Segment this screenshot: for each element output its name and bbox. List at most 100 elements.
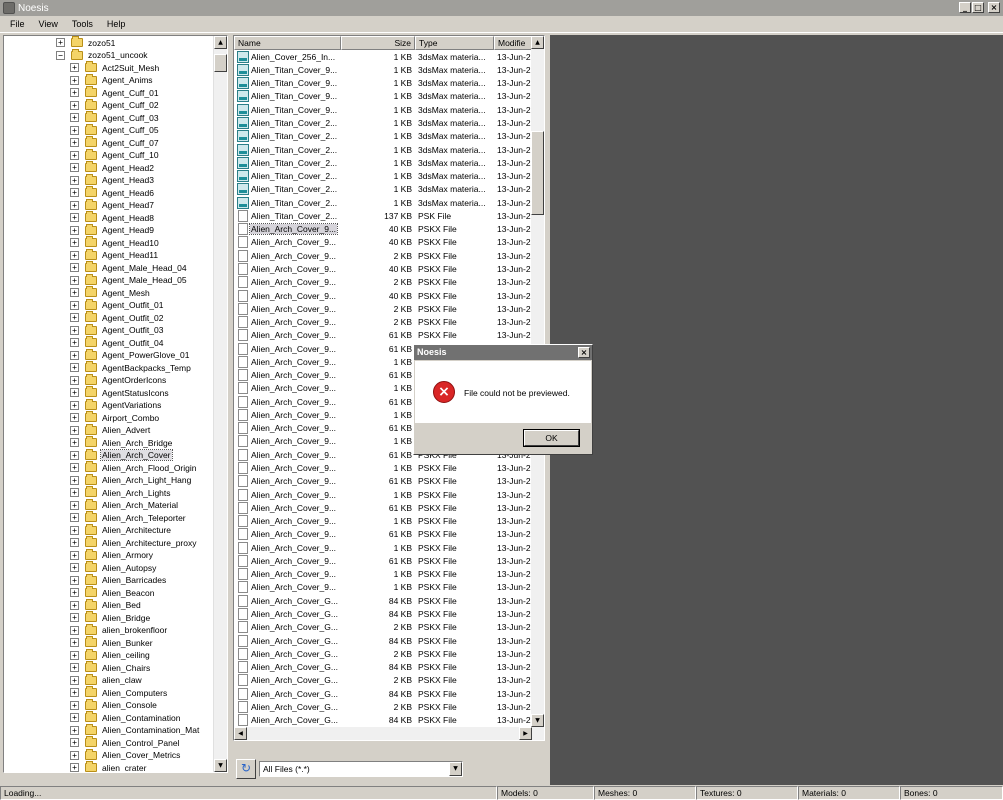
tree-item[interactable]: + Agent_Cuff_07 [70, 136, 160, 150]
expand-icon[interactable]: + [70, 238, 79, 248]
refresh-icon[interactable]: ↻ [236, 759, 256, 779]
menu-file[interactable]: File [10, 19, 25, 29]
tree-item[interactable]: + Alien_Beacon [70, 586, 155, 600]
tree-item[interactable]: + Alien_Contamination_Mat [70, 723, 200, 737]
ok-button[interactable]: OK [523, 429, 580, 447]
expand-icon[interactable]: + [70, 375, 79, 385]
tree-item[interactable]: + Alien_Arch_Flood_Origin [70, 461, 198, 475]
tree-item[interactable]: + Alien_Contamination [70, 711, 181, 725]
expand-icon[interactable]: + [70, 413, 79, 423]
tree-item[interactable]: + Alien_Barricades [70, 573, 167, 587]
file-horizontal-scrollbar[interactable]: ◀ ▶ [234, 727, 532, 740]
file-scroll-down-arrow-icon[interactable]: ▼ [531, 714, 544, 727]
file-row[interactable]: Alien_Arch_Cover_9... 40 KB PSKX File 13-Ju… [234, 223, 532, 236]
expand-icon[interactable]: + [70, 125, 79, 135]
expand-icon[interactable]: + [70, 325, 79, 335]
file-row[interactable]: Alien_Arch_Cover_9... 1 KB PSKX File 13-Jun… [234, 568, 532, 581]
expand-icon[interactable]: + [70, 425, 79, 435]
expand-icon[interactable]: + [70, 363, 79, 373]
file-row[interactable]: Alien_Arch_Cover_9... 2 KB PSKX File 13-Jun… [234, 315, 532, 329]
expand-icon[interactable]: + [70, 700, 79, 710]
file-row[interactable]: Alien_Arch_Cover_G... 84 KB PSKX File 13-Ju… [234, 594, 532, 607]
expand-icon[interactable]: + [70, 300, 79, 310]
maximize-button[interactable]: □ [972, 2, 984, 13]
expand-icon[interactable]: + [70, 563, 79, 573]
expand-icon[interactable]: + [70, 738, 79, 748]
file-row[interactable]: Alien_Titan_Cover_9... 1 KB 3dsMax materia… [234, 77, 532, 90]
column-header-name[interactable]: Name [234, 36, 341, 50]
chevron-down-icon[interactable]: ▼ [449, 762, 462, 776]
expand-icon[interactable]: + [70, 175, 79, 185]
tree-item[interactable]: + Agent_Cuff_05 [70, 123, 160, 137]
tree-item[interactable]: + Agent_Head3 [70, 173, 155, 187]
tree-item[interactable]: + Alien_Bed [70, 598, 142, 612]
tree-item[interactable]: + Agent_Outfit_01 [70, 298, 164, 312]
scroll-left-arrow-icon[interactable]: ◀ [234, 727, 247, 740]
file-row[interactable]: Alien_Arch_Cover_G... 84 KB PSKX File 13-Ju… [234, 714, 532, 727]
file-row[interactable]: Alien_Arch_Cover_9... 2 KB PSKX File 13-Jun… [234, 249, 532, 262]
tree-item[interactable]: + Agent_Cuff_10 [70, 148, 160, 162]
tree-item[interactable]: + AgentVariations [70, 398, 162, 412]
file-row[interactable]: Alien_Arch_Cover_G... 84 KB PSKX File 13-Ju… [234, 660, 532, 674]
expand-icon[interactable]: + [70, 625, 79, 635]
tree-item[interactable]: + alien_brokenfloor [70, 623, 168, 637]
expand-icon[interactable]: + [56, 38, 65, 48]
tree-item[interactable]: + zozo51 [56, 36, 116, 50]
tree-item[interactable]: + Alien_Armory [70, 548, 154, 562]
expand-icon[interactable]: + [70, 250, 79, 260]
file-row[interactable]: Alien_Arch_Cover_G... 84 KB PSKX File 13-Ju… [234, 607, 532, 620]
tree-item[interactable]: + Alien_Bunker [70, 636, 154, 650]
tree-item[interactable]: + Alien_Architecture_proxy [70, 536, 198, 550]
expand-icon[interactable]: + [70, 388, 79, 398]
expand-icon[interactable]: + [70, 725, 79, 735]
scroll-down-arrow-icon[interactable]: ▼ [214, 759, 227, 772]
expand-icon[interactable]: + [70, 538, 79, 548]
tree-item[interactable]: + Agent_Head11 [70, 248, 159, 262]
file-row[interactable]: Alien_Titan_Cover_2... 1 KB 3dsMax materia… [234, 169, 532, 183]
tree-item[interactable]: + alien_crater [70, 761, 147, 772]
file-row[interactable]: Alien_Arch_Cover_9... 1 KB PSKX File 13-Jun… [234, 514, 532, 528]
tree-item[interactable]: + Agent_Outfit_04 [70, 336, 164, 350]
expand-icon[interactable]: + [70, 350, 79, 360]
tree-item[interactable]: + Alien_Computers [70, 686, 168, 700]
tree-item[interactable]: + Agent_Head8 [70, 211, 155, 225]
tree-item[interactable]: + Agent_Head10 [70, 236, 160, 250]
expand-icon[interactable]: + [70, 400, 79, 410]
file-row[interactable]: Alien_Arch_Cover_9... 61 KB PSKX File 13-Ju… [234, 554, 532, 567]
tree-item[interactable]: + alien_claw [70, 673, 143, 687]
close-button[interactable]: × [988, 2, 1000, 13]
expand-icon[interactable]: + [70, 575, 79, 585]
tree-item[interactable]: + Agent_Cuff_02 [70, 98, 160, 112]
expand-icon[interactable]: + [70, 500, 79, 510]
file-row[interactable]: Alien_Titan_Cover_2... 137 KB PSK File 13-J… [234, 209, 532, 222]
expand-icon[interactable]: + [70, 163, 79, 173]
tree-vertical-scrollbar[interactable]: ▲ ▼ [213, 36, 227, 772]
file-row[interactable]: Alien_Arch_Cover_9... 2 KB PSKX File 13-Jun… [234, 302, 532, 315]
tree-item[interactable]: + Agent_Head7 [70, 198, 155, 212]
expand-icon[interactable]: + [70, 338, 79, 348]
file-row[interactable]: Alien_Arch_Cover_9... 61 KB PSKX File 13-Ju… [234, 475, 532, 488]
expand-icon[interactable]: + [70, 463, 79, 473]
dialog-close-button[interactable]: × [578, 347, 590, 358]
file-row[interactable]: Alien_Arch_Cover_G... 2 KB PSKX File 13-Jun… [234, 621, 532, 634]
file-row[interactable]: Alien_Arch_Cover_9... 1 KB PSKX File 13-Jun… [234, 541, 532, 554]
collapse-icon[interactable]: − [56, 50, 65, 60]
file-scroll-thumb[interactable] [531, 131, 544, 215]
scroll-right-arrow-icon[interactable]: ▶ [519, 727, 532, 740]
expand-icon[interactable]: + [70, 150, 79, 160]
expand-icon[interactable]: + [70, 225, 79, 235]
expand-icon[interactable]: + [70, 63, 79, 73]
file-row[interactable]: Alien_Titan_Cover_2... 1 KB 3dsMax materia… [234, 196, 532, 209]
menu-view[interactable]: View [39, 19, 58, 29]
file-row[interactable]: Alien_Titan_Cover_2... 1 KB 3dsMax materia… [234, 156, 532, 169]
tree-item[interactable]: + Alien_Console [70, 698, 158, 712]
column-header-type[interactable]: Type [415, 36, 494, 50]
file-row[interactable]: Alien_Arch_Cover_9... 40 KB PSKX File 13-Ju… [234, 289, 532, 302]
file-row[interactable]: Alien_Arch_Cover_G... 84 KB PSKX File 13-Ju… [234, 634, 532, 647]
tree-item[interactable]: + Act2Suit_Mesh [70, 61, 160, 75]
file-row[interactable]: Alien_Arch_Cover_G... 2 KB PSKX File 13-Jun… [234, 647, 532, 660]
tree-item[interactable]: + Alien_Cover_Metrics [70, 748, 181, 762]
expand-icon[interactable]: + [70, 525, 79, 535]
expand-icon[interactable]: + [70, 488, 79, 498]
expand-icon[interactable]: + [70, 675, 79, 685]
